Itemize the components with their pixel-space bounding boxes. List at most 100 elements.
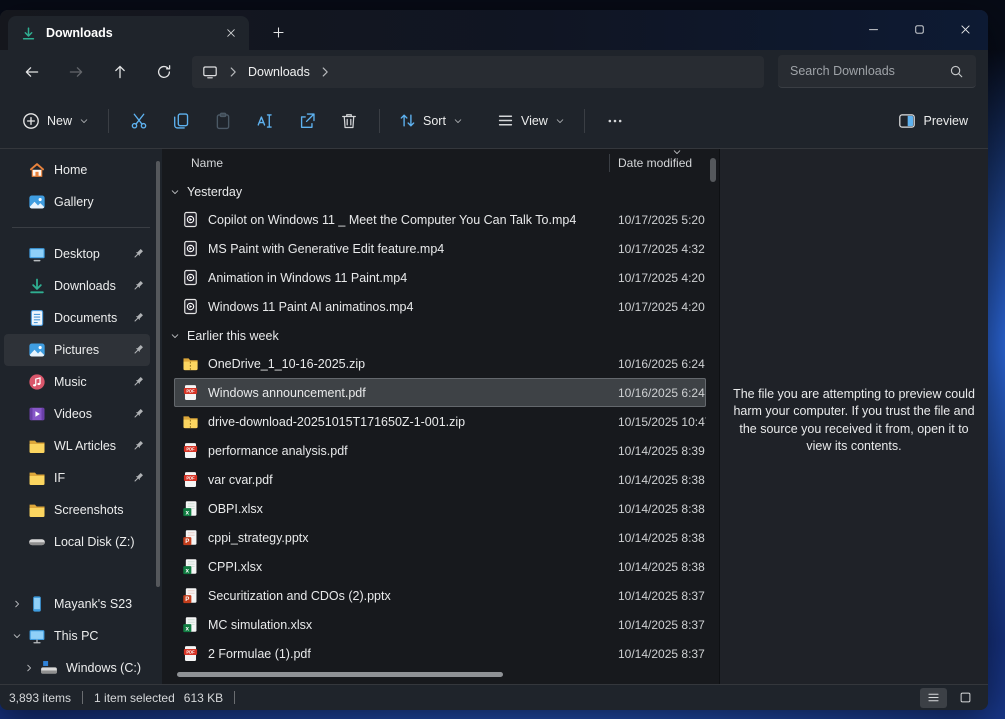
file-row-drive-download-20251015t171650z-1-001-zip[interactable]: drive-download-20251015T171650Z-1-001.zi…: [174, 407, 706, 436]
preview-toggle-button[interactable]: Preview: [890, 103, 976, 139]
sidebar-item-documents[interactable]: Documents: [4, 302, 150, 334]
horizontal-scrollbar[interactable]: [177, 672, 503, 677]
sidebar-item-label: Windows (C:): [66, 661, 141, 675]
group-header-yesterday[interactable]: Yesterday: [162, 179, 719, 205]
file-name: MS Paint with Generative Edit feature.mp…: [208, 242, 618, 256]
sidebar-item-wl-articles[interactable]: WL Articles: [4, 430, 150, 462]
file-row-cppi-xlsx[interactable]: xCPPI.xlsx10/14/2025 8:38: [174, 552, 706, 581]
search-box[interactable]: Search Downloads: [778, 55, 976, 88]
file-date-modified: 10/17/2025 4:20: [618, 300, 706, 314]
file-name: Animation in Windows 11 Paint.mp4: [208, 271, 618, 285]
home-icon: [28, 161, 46, 179]
file-row-windows-announcement-pdf[interactable]: PDFWindows announcement.pdf10/16/2025 6:…: [174, 378, 706, 407]
sort-icon: [399, 112, 416, 129]
up-icon: [112, 64, 128, 80]
preview-panel-icon: [898, 112, 916, 130]
close-window-button[interactable]: [942, 10, 988, 48]
xlsx-file-icon: x: [182, 500, 199, 517]
sidebar-item-videos[interactable]: Videos: [4, 398, 150, 430]
file-row-cppi-strategy-pptx[interactable]: Pcppi_strategy.pptx10/14/2025 8:38: [174, 523, 706, 552]
sidebar-item-home[interactable]: Home: [4, 154, 150, 186]
back-button[interactable]: [10, 55, 54, 89]
search-placeholder: Search Downloads: [790, 64, 949, 78]
vertical-scrollbar[interactable]: [710, 158, 716, 182]
file-row-performance-analysis-pdf[interactable]: PDFperformance analysis.pdf10/14/2025 8:…: [174, 436, 706, 465]
sidebar-item-if[interactable]: IF: [4, 462, 150, 494]
sidebar-item-local-disk-z[interactable]: Local Disk (Z:): [4, 526, 150, 558]
file-date-modified: 10/17/2025 4:32: [618, 242, 706, 256]
maximize-button[interactable]: [896, 10, 942, 48]
more-options-button[interactable]: [594, 103, 636, 139]
pin-icon: [131, 439, 145, 453]
file-name: Securitization and CDOs (2).pptx: [208, 589, 618, 603]
file-row-securitization-and-cdos-2-pptx[interactable]: PSecuritization and CDOs (2).pptx10/14/2…: [174, 581, 706, 610]
zip-file-icon: [182, 413, 199, 430]
file-row-animation-in-windows-11-paint-mp4[interactable]: Animation in Windows 11 Paint.mp410/17/2…: [174, 263, 706, 292]
view-button[interactable]: View: [487, 103, 575, 139]
pin-icon: [131, 343, 145, 357]
file-row-onedrive-1-10-16-2025-zip[interactable]: OneDrive_1_10-16-2025.zip10/16/2025 6:24: [174, 349, 706, 378]
minimize-button[interactable]: [850, 10, 896, 48]
sidebar-item-label: WL Articles: [54, 439, 116, 453]
new-button-label: New: [47, 114, 72, 128]
chevron-right-icon[interactable]: [24, 663, 34, 673]
file-row-obpi-xlsx[interactable]: xOBPI.xlsx10/14/2025 8:38: [174, 494, 706, 523]
group-header-earlier-this-week[interactable]: Earlier this week: [162, 323, 719, 349]
cut-button[interactable]: [118, 103, 160, 139]
plus-circle-icon: [22, 112, 40, 130]
file-name: Windows announcement.pdf: [208, 386, 618, 400]
file-explorer-window: Downloads Downloads Search Downloads New: [0, 10, 988, 710]
sidebar-item-windows-c[interactable]: Windows (C:): [16, 652, 150, 684]
address-bar[interactable]: Downloads: [192, 56, 764, 88]
column-header-date-modified[interactable]: Date modified: [609, 154, 706, 172]
pptx-file-icon: P: [182, 529, 199, 546]
videos-icon: [28, 405, 46, 423]
file-row-copilot-on-windows-11-meet-the-computer-you-can-talk-to-mp4[interactable]: Copilot on Windows 11 _ Meet the Compute…: [174, 205, 706, 234]
cut-icon: [130, 112, 148, 130]
tab-downloads[interactable]: Downloads: [8, 16, 249, 50]
file-name: MC simulation.xlsx: [208, 618, 618, 632]
chevron-down-icon: [79, 116, 89, 126]
file-row-ms-paint-with-generative-edit-feature-mp4[interactable]: MS Paint with Generative Edit feature.mp…: [174, 234, 706, 263]
chevron-down-icon: [170, 331, 180, 341]
sort-button[interactable]: Sort: [389, 103, 473, 139]
breadcrumb-downloads[interactable]: Downloads: [248, 65, 310, 79]
tab-close-button[interactable]: [219, 21, 243, 45]
delete-button[interactable]: [328, 103, 370, 139]
file-row-2-formulae-1-pdf[interactable]: PDF2 Formulae (1).pdf10/14/2025 8:37: [174, 639, 706, 668]
sidebar-item-desktop[interactable]: Desktop: [4, 238, 150, 270]
close-icon: [959, 23, 972, 36]
search-icon[interactable]: [949, 64, 964, 79]
share-button[interactable]: [286, 103, 328, 139]
up-button[interactable]: [98, 55, 142, 89]
chevron-down-icon[interactable]: [12, 631, 22, 641]
sidebar-scrollbar[interactable]: [156, 161, 160, 587]
file-row-windows-11-paint-ai-animatinos-mp4[interactable]: Windows 11 Paint AI animatinos.mp410/17/…: [174, 292, 706, 321]
large-icons-view-icon: [959, 691, 972, 704]
sidebar-item-label: Desktop: [54, 247, 100, 261]
close-icon: [225, 27, 237, 39]
sidebar-divider: [12, 227, 150, 228]
sidebar-item-screenshots[interactable]: Screenshots: [4, 494, 150, 526]
refresh-button[interactable]: [142, 55, 186, 89]
sidebar-item-gallery[interactable]: Gallery: [4, 186, 150, 218]
chevron-right-icon[interactable]: [12, 599, 22, 609]
file-row-var-cvar-pdf[interactable]: PDFvar cvar.pdf10/14/2025 8:38: [174, 465, 706, 494]
navigation-bar: Downloads Search Downloads: [0, 50, 988, 93]
file-row-mc-simulation-xlsx[interactable]: xMC simulation.xlsx10/14/2025 8:37: [174, 610, 706, 639]
sort-button-label: Sort: [423, 114, 446, 128]
sidebar-item-this-pc[interactable]: This PC: [4, 620, 150, 652]
sidebar-item-music[interactable]: Music: [4, 366, 150, 398]
sidebar-item-downloads[interactable]: Downloads: [4, 270, 150, 302]
mp4-file-icon: [182, 211, 199, 228]
rename-button[interactable]: [244, 103, 286, 139]
sidebar-item-pictures[interactable]: Pictures: [4, 334, 150, 366]
sidebar-item-mayank-s-s23[interactable]: Mayank's S23: [4, 588, 150, 620]
column-header-name[interactable]: Name: [174, 156, 609, 170]
large-icons-view-button[interactable]: [952, 688, 979, 708]
new-tab-button[interactable]: [263, 17, 293, 47]
preview-pane: The file you are attempting to preview c…: [720, 149, 988, 684]
new-button[interactable]: New: [12, 103, 99, 139]
details-view-button[interactable]: [920, 688, 947, 708]
copy-button[interactable]: [160, 103, 202, 139]
